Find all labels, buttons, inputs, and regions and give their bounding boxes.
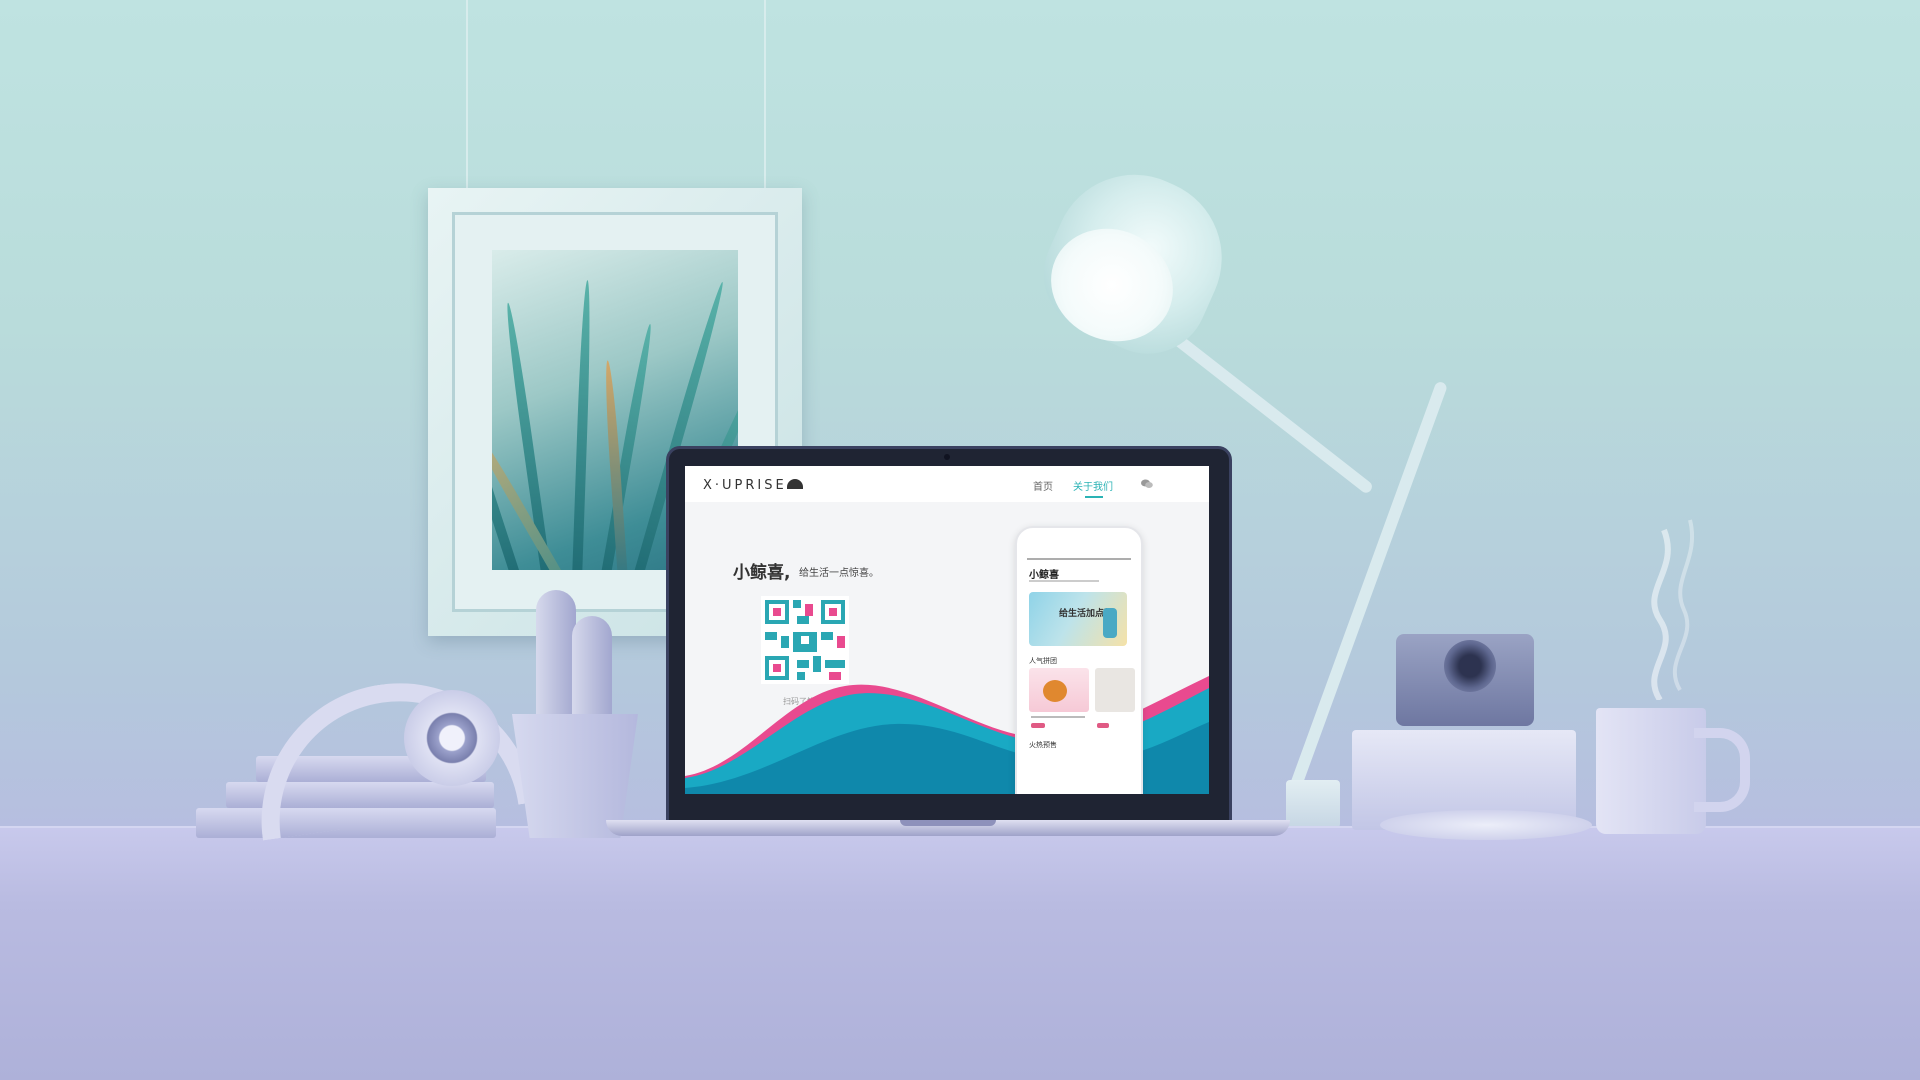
laptop-notch <box>900 820 996 826</box>
desk-surface <box>0 828 1920 1080</box>
phone-mockup: 小鲸喜 给生活加点料 人气拼团 火热预售 <box>1015 526 1143 794</box>
laptop-camera <box>944 454 950 460</box>
frame-wire-left <box>466 0 468 190</box>
nav-home[interactable]: 首页 <box>1033 478 1053 493</box>
computer-mouse <box>1380 810 1592 840</box>
product-price-tag <box>1031 723 1045 728</box>
banner-bottle <box>1103 608 1117 638</box>
coffee-mug <box>1596 708 1706 834</box>
phone-subtitle-line <box>1029 580 1099 582</box>
lamp-base <box>1286 780 1340 828</box>
nav-about[interactable]: 关于我们 <box>1073 478 1113 493</box>
site-navbar: X·UPRISE 首页 关于我们 <box>685 466 1209 502</box>
phone-section-popular: 人气拼团 <box>1029 657 1057 665</box>
phone-section-hot: 火热预售 <box>1029 741 1057 749</box>
steam <box>1651 519 1694 700</box>
phone-status-bar <box>1027 558 1131 560</box>
product-desc-line <box>1031 716 1085 718</box>
hero-brand: 小鲸喜, <box>733 563 791 583</box>
camera-lens <box>1444 640 1496 692</box>
headphone-cup <box>404 690 500 786</box>
product-cookware <box>1043 680 1067 702</box>
site-logo[interactable]: X·UPRISE <box>703 478 787 493</box>
whale-logo-icon <box>787 479 803 489</box>
wechat-icon[interactable] <box>1141 479 1153 489</box>
product-price-tag <box>1097 723 1109 728</box>
laptop-screen: X·UPRISE 首页 关于我们 小鲸喜, 给生活一点惊喜。 扫码了解更多 小鲸… <box>685 466 1209 794</box>
nav-active-indicator <box>1085 496 1103 498</box>
mug-handle <box>1694 728 1750 812</box>
frame-wire-right <box>764 0 766 190</box>
cactus-stem-left <box>536 590 576 720</box>
hero-tagline: 给生活一点惊喜。 <box>799 568 879 579</box>
cactus-stem-right <box>572 616 612 720</box>
phone-product-card[interactable] <box>1095 668 1135 712</box>
phone-app-title: 小鲸喜 <box>1029 570 1059 581</box>
